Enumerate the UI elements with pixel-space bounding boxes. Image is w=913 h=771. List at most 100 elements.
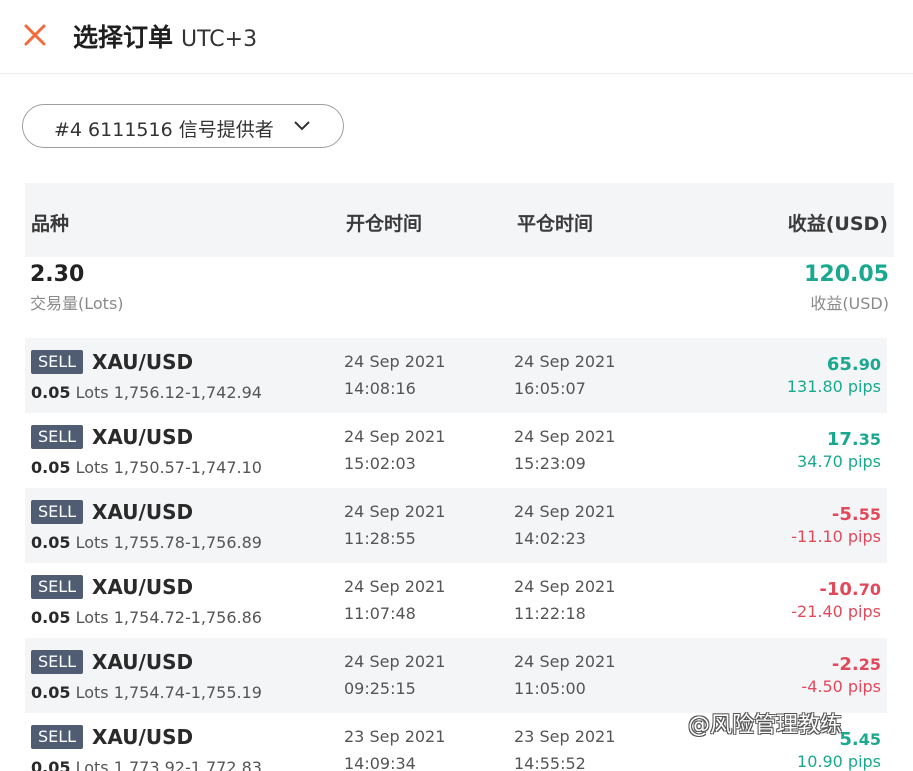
lots-unit: Lots: [75, 608, 109, 627]
profit-value: 5.45: [839, 729, 881, 750]
profit-dec: 55: [858, 505, 881, 524]
lots-unit: Lots: [75, 458, 109, 477]
profit-dec: 90: [858, 355, 881, 374]
close-time: 24 Sep 2021 11:22:18: [514, 573, 615, 627]
column-header-open-time: 开仓时间: [346, 213, 423, 235]
profit-int: 5.: [839, 729, 859, 750]
open-clock: 14:09:34: [344, 754, 416, 771]
table-row[interactable]: SELL XAU/USD 0.05 Lots 1,754.74-1,755.19…: [25, 638, 887, 713]
open-time: 24 Sep 2021 15:02:03: [344, 423, 445, 477]
price-range: 1,754.72-1,756.86: [113, 608, 262, 627]
close-clock: 11:05:00: [514, 679, 586, 698]
table-row[interactable]: SELL XAU/USD 0.05 Lots 1,750.57-1,747.10…: [25, 413, 887, 488]
profit-dec: 70: [858, 580, 881, 599]
side-badge: SELL: [31, 725, 84, 749]
timezone-label: UTC+3: [181, 27, 258, 52]
lots-unit: Lots: [75, 758, 109, 771]
close-time: 24 Sep 2021 11:05:00: [514, 648, 615, 702]
open-time: 24 Sep 2021 11:07:48: [344, 573, 445, 627]
open-time: 23 Sep 2021 14:09:34: [344, 723, 445, 771]
close-clock: 15:23:09: [514, 454, 586, 473]
close-date: 23 Sep 2021: [514, 727, 616, 746]
profit-int: 17.: [826, 429, 859, 450]
close-time: 24 Sep 2021 16:05:07: [514, 348, 615, 402]
open-time: 24 Sep 2021 14:08:16: [344, 348, 445, 402]
profit-value: -10.70: [819, 579, 881, 600]
lots-value: 0.05: [31, 533, 71, 552]
profit-int: -2.: [831, 654, 859, 675]
profit-value: -2.25: [832, 654, 881, 675]
order-detail: 0.05 Lots 1,756.12-1,742.94: [31, 383, 262, 402]
profit-value: 65.90: [827, 354, 881, 375]
price-range: 1,755.78-1,756.89: [113, 533, 262, 552]
open-date: 24 Sep 2021: [344, 502, 446, 521]
column-header-symbol: 品种: [31, 213, 70, 235]
table-row[interactable]: SELL XAU/USD 0.05 Lots 1,755.78-1,756.89…: [25, 488, 887, 563]
lots-value: 0.05: [31, 608, 71, 627]
open-time: 24 Sep 2021 11:28:55: [344, 498, 445, 552]
symbol: XAU/USD: [92, 425, 194, 449]
lots-value: 0.05: [31, 758, 71, 771]
order-detail: 0.05 Lots 1,773.92-1,772.83: [31, 758, 262, 771]
close-time: 23 Sep 2021 14:55:52: [514, 723, 615, 771]
symbol: XAU/USD: [92, 350, 194, 374]
profit-int: 65.: [826, 354, 859, 375]
symbol: XAU/USD: [92, 725, 194, 749]
open-clock: 15:02:03: [344, 454, 416, 473]
close-date: 24 Sep 2021: [514, 502, 616, 521]
open-date: 24 Sep 2021: [344, 352, 446, 371]
total-volume-label: 交易量(Lots): [30, 294, 124, 313]
close-date: 24 Sep 2021: [514, 427, 616, 446]
close-time: 24 Sep 2021 15:23:09: [514, 423, 615, 477]
price-range: 1,773.92-1,772.83: [113, 758, 262, 771]
price-range: 1,756.12-1,742.94: [113, 383, 262, 402]
side-badge: SELL: [31, 500, 84, 524]
lots-unit: Lots: [75, 683, 109, 702]
account-selector[interactable]: #4 6111516 信号提供者: [22, 104, 344, 148]
page-title: 选择订单 UTC+3: [73, 18, 257, 54]
column-header-profit: 收益(USD): [787, 213, 888, 235]
open-date: 24 Sep 2021: [344, 652, 446, 671]
open-clock: 14:08:16: [344, 379, 416, 398]
lots-value: 0.05: [31, 683, 71, 702]
close-clock: 14:02:23: [514, 529, 586, 548]
order-detail: 0.05 Lots 1,754.72-1,756.86: [31, 608, 262, 627]
close-clock: 14:55:52: [514, 754, 586, 771]
lots-unit: Lots: [75, 383, 109, 402]
close-icon[interactable]: [22, 22, 48, 48]
lots-value: 0.05: [31, 383, 71, 402]
symbol: XAU/USD: [92, 650, 194, 674]
open-date: 24 Sep 2021: [344, 577, 446, 596]
page-title-text: 选择订单: [73, 23, 174, 52]
table-header: 品种 开仓时间 平仓时间 收益(USD): [25, 183, 894, 257]
pips-value: -11.10 pips: [791, 527, 881, 546]
lots-unit: Lots: [75, 533, 109, 552]
pips-value: -4.50 pips: [801, 677, 881, 696]
total-volume: 2.30: [30, 262, 85, 287]
summary-row: 2.30 交易量(Lots) 120.05 收益(USD): [25, 257, 894, 339]
table-row[interactable]: SELL XAU/USD 0.05 Lots 1,754.72-1,756.86…: [25, 563, 887, 638]
profit-dec: 45: [858, 730, 881, 749]
column-header-close-time: 平仓时间: [517, 213, 594, 235]
open-date: 24 Sep 2021: [344, 427, 446, 446]
open-time: 24 Sep 2021 09:25:15: [344, 648, 445, 702]
account-selector-label: #4 6111516 信号提供者: [54, 119, 274, 141]
pips-value: 131.80 pips: [786, 377, 881, 396]
open-clock: 11:28:55: [344, 529, 416, 548]
order-detail: 0.05 Lots 1,750.57-1,747.10: [31, 458, 262, 477]
header: 选择订单 UTC+3: [0, 0, 913, 74]
close-date: 24 Sep 2021: [514, 577, 616, 596]
profit-dec: 25: [858, 655, 881, 674]
symbol: XAU/USD: [92, 500, 194, 524]
profit-int: -5.: [831, 504, 859, 525]
order-detail: 0.05 Lots 1,755.78-1,756.89: [31, 533, 262, 552]
total-profit: 120.05: [804, 262, 889, 287]
open-date: 23 Sep 2021: [344, 727, 446, 746]
total-profit-label: 收益(USD): [810, 294, 889, 313]
table-row[interactable]: SELL XAU/USD 0.05 Lots 1,756.12-1,742.94…: [25, 338, 887, 413]
side-badge: SELL: [31, 575, 84, 599]
pips-value: -21.40 pips: [791, 602, 881, 621]
profit-value: -5.55: [832, 504, 881, 525]
close-clock: 11:22:18: [514, 604, 586, 623]
order-detail: 0.05 Lots 1,754.74-1,755.19: [31, 683, 262, 702]
